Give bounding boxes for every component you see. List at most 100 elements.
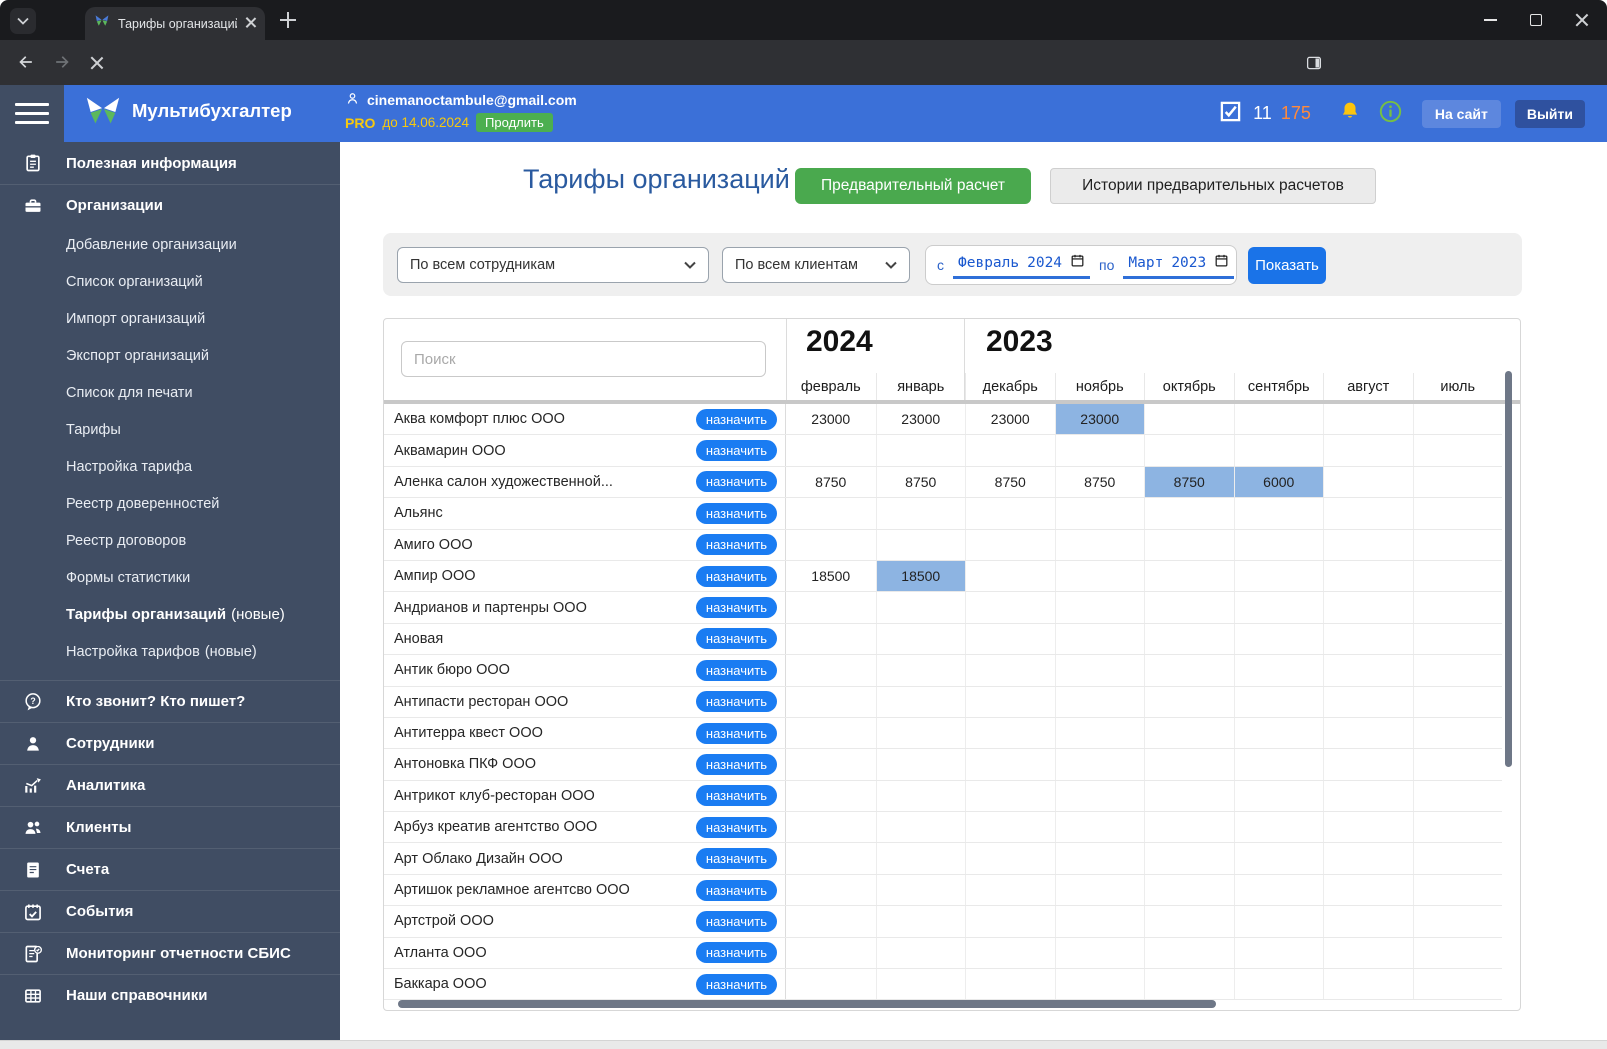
tariff-cell[interactable] <box>1233 655 1324 686</box>
window-maximize-button[interactable] <box>1513 0 1559 40</box>
sidebar-item-useful-info[interactable]: Полезная информация <box>0 142 340 184</box>
tariff-cell[interactable] <box>965 780 1055 812</box>
tariff-cell[interactable] <box>1323 906 1413 937</box>
tariff-cell[interactable]: 18500 <box>875 560 965 592</box>
tariff-cell[interactable] <box>1412 749 1503 780</box>
tariff-cell[interactable] <box>786 781 876 811</box>
tariff-cell[interactable] <box>1054 969 1145 1000</box>
tariff-cell[interactable] <box>875 686 966 717</box>
tariff-cell[interactable] <box>965 937 1055 969</box>
tariff-cell[interactable] <box>875 655 966 686</box>
tariff-cell[interactable] <box>1412 686 1503 717</box>
tariff-cell[interactable] <box>1233 749 1324 780</box>
sidebar-toggle-button[interactable] <box>0 85 64 142</box>
tariff-cell[interactable] <box>1412 906 1503 937</box>
assign-button[interactable]: назначить <box>695 785 777 807</box>
tariff-cell[interactable] <box>1233 937 1324 969</box>
user-email[interactable]: cinemanoctambule@gmail.com <box>367 92 577 108</box>
sidebar-item-tariffs[interactable]: Тарифы <box>0 411 340 448</box>
tariff-cell[interactable] <box>1144 686 1234 717</box>
tariff-cell[interactable] <box>1412 592 1503 623</box>
tariff-cell[interactable] <box>1323 812 1413 843</box>
tariff-cell[interactable] <box>965 655 1055 686</box>
stop-button[interactable] <box>90 56 104 75</box>
tariff-cell[interactable] <box>1054 874 1145 906</box>
tariff-cell[interactable] <box>1323 717 1413 749</box>
browser-tab[interactable]: Тарифы организаций <box>85 7 265 40</box>
tariff-cell[interactable] <box>1412 969 1503 1000</box>
tariff-cell[interactable] <box>875 937 966 969</box>
tariff-cell[interactable] <box>1233 969 1324 1000</box>
sidebar-item-contracts-registry[interactable]: Реестр договоров <box>0 522 340 559</box>
tariff-cell[interactable] <box>1054 717 1145 749</box>
sidebar-item-print-list[interactable]: Список для печати <box>0 374 340 411</box>
tariff-cell[interactable] <box>1233 404 1324 435</box>
tariff-cell[interactable] <box>1412 717 1503 749</box>
tariff-cell[interactable] <box>875 874 966 906</box>
tariff-cell[interactable] <box>1233 874 1324 906</box>
tariff-cell[interactable] <box>1054 435 1145 466</box>
tab-close-icon[interactable] <box>245 15 256 33</box>
tariff-cell[interactable] <box>1233 560 1324 592</box>
tariff-cell[interactable] <box>1323 749 1413 780</box>
tariff-cell[interactable] <box>965 749 1055 780</box>
calendar-icon[interactable] <box>1070 253 1085 273</box>
new-tab-button[interactable] <box>280 12 296 33</box>
tariff-cell[interactable] <box>1412 529 1503 560</box>
tariff-cell[interactable] <box>1054 498 1145 529</box>
sidebar-item-analytics[interactable]: Аналитика <box>0 764 340 806</box>
clients-select[interactable]: По всем клиентам <box>722 247 910 283</box>
tariff-cell[interactable] <box>1323 435 1413 466</box>
tariff-cell[interactable] <box>965 623 1055 655</box>
assign-button[interactable]: назначить <box>695 408 777 430</box>
sidebar-item-directories[interactable]: Наши справочники <box>0 974 340 1016</box>
tariff-cell[interactable] <box>1323 529 1413 560</box>
assign-button[interactable]: назначить <box>695 753 777 775</box>
window-close-button[interactable] <box>1559 0 1605 40</box>
assign-button[interactable]: назначить <box>695 565 777 587</box>
tariff-cell[interactable] <box>1054 560 1145 592</box>
show-button[interactable]: Показать <box>1248 247 1326 284</box>
tariff-cell[interactable] <box>875 592 966 623</box>
tariff-cell[interactable] <box>1323 874 1413 906</box>
tariff-cell[interactable] <box>875 812 966 843</box>
tariff-cell[interactable] <box>1054 906 1145 937</box>
tariff-cell[interactable]: 8750 <box>1054 466 1145 498</box>
tariff-cell[interactable] <box>1233 717 1324 749</box>
tariff-cell[interactable]: 8750 <box>1144 466 1234 498</box>
assign-button[interactable]: назначить <box>695 910 777 932</box>
tariff-cell[interactable] <box>1323 466 1413 498</box>
tariff-cell[interactable] <box>965 812 1055 843</box>
tariff-cell[interactable] <box>1054 623 1145 655</box>
tariff-cell[interactable] <box>875 906 966 937</box>
tariff-cell[interactable] <box>1144 623 1234 655</box>
tab-search-button[interactable] <box>10 8 36 34</box>
tariff-cell[interactable]: 18500 <box>786 561 876 591</box>
tariff-cell[interactable] <box>965 529 1055 560</box>
date-from-input[interactable]: Февраль 2024 <box>953 251 1091 279</box>
tariff-cell[interactable] <box>1144 749 1234 780</box>
assign-button[interactable]: назначить <box>695 502 777 524</box>
tariff-cell[interactable] <box>1412 812 1503 843</box>
assign-button[interactable]: назначить <box>695 597 777 619</box>
tariff-cell[interactable] <box>1323 592 1413 623</box>
tariff-cell[interactable] <box>1054 686 1145 717</box>
sidebar-item-sbis-monitoring[interactable]: Мониторинг отчетности СБИС <box>0 932 340 974</box>
tariff-cell[interactable]: 8750 <box>965 466 1055 498</box>
tariff-cell[interactable] <box>1054 812 1145 843</box>
tariff-cell[interactable] <box>1323 498 1413 529</box>
tariff-cell[interactable] <box>1144 780 1234 812</box>
tariff-cell[interactable]: 23000 <box>1054 404 1144 435</box>
tariff-cell[interactable] <box>1412 874 1503 906</box>
tariff-cell[interactable] <box>875 749 966 780</box>
tariff-cell[interactable] <box>1144 717 1234 749</box>
tariff-cell[interactable]: 8750 <box>875 466 966 498</box>
tariff-cell[interactable] <box>1323 937 1413 969</box>
tariff-cell[interactable] <box>1144 874 1234 906</box>
sidebar-item-organizations[interactable]: Организации <box>0 184 340 226</box>
tasks-count[interactable]: 11 <box>1253 103 1272 124</box>
tariff-cell[interactable] <box>875 780 966 812</box>
tariff-cell[interactable] <box>875 717 966 749</box>
sidebar-item-org-tariffs-new[interactable]: Тарифы организаций (новые) <box>0 596 340 633</box>
tariff-cell[interactable] <box>965 906 1055 937</box>
